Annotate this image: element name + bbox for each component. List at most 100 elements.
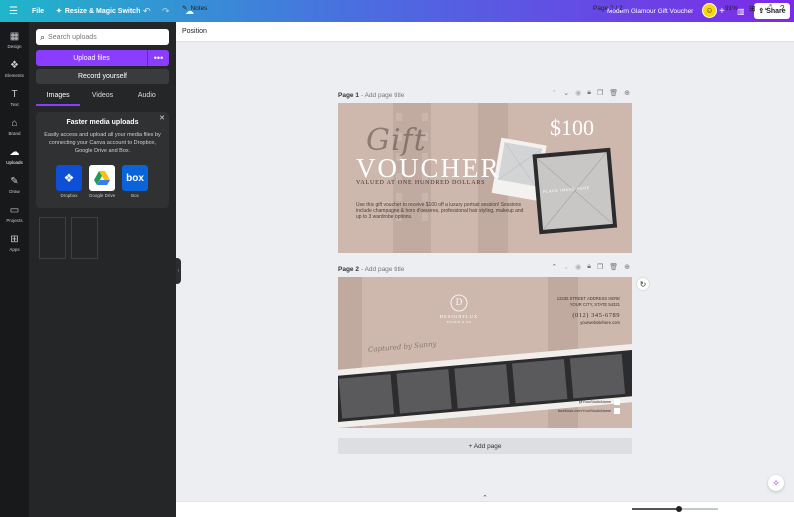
chevron-up-icon[interactable]: ⌃	[551, 263, 557, 271]
studio-name[interactable]: DESIGNFLUX	[432, 314, 486, 319]
website-text[interactable]: yourwebsitehere.com	[580, 320, 620, 325]
tab-images[interactable]: Images	[36, 88, 81, 106]
valued-at-text[interactable]: VALUED AT ONE HUNDRED DOLLARS	[356, 180, 485, 186]
refresh-icon[interactable]: ↻	[636, 277, 650, 291]
rail-item-draw[interactable]: ✎ Draw	[0, 173, 29, 199]
add-page-icon[interactable]: ⊕	[624, 263, 630, 271]
zoom-level[interactable]: 91%	[725, 0, 738, 16]
fullscreen-icon[interactable]: ⤢	[765, 0, 771, 16]
rail-label: Uploads	[6, 160, 23, 165]
upload-files-label[interactable]: Upload files	[36, 50, 147, 66]
chevron-up-icon[interactable]: ⌃	[551, 89, 557, 97]
notes-button[interactable]: ✎ Notes	[182, 0, 207, 16]
file-menu[interactable]: File	[32, 0, 44, 22]
avatar[interactable]: ☺	[702, 3, 717, 18]
magic-assistant-icon[interactable]: ✧	[768, 475, 784, 491]
facebook-text: facebook.com/YourStudioName	[557, 409, 611, 413]
rail-item-apps[interactable]: ⊞ Apps	[0, 231, 29, 257]
studio-tagline[interactable]: STUDIO & CO	[432, 320, 486, 324]
card-body: Easily access and upload all your media …	[44, 132, 161, 154]
rail-label: Draw	[9, 189, 20, 194]
rail-label: Elements	[5, 73, 24, 78]
add-collaborator-icon[interactable]: +	[719, 0, 725, 22]
upload-thumbnail[interactable]	[71, 217, 98, 259]
search-icon: ⌕	[40, 31, 46, 42]
upload-files-button[interactable]: Upload files •••	[36, 50, 169, 66]
record-yourself-button[interactable]: Record yourself	[36, 69, 169, 84]
studio-logo-letter[interactable]: D	[454, 297, 464, 307]
instagram-text: @YourStudioName	[578, 400, 611, 404]
tab-audio[interactable]: Audio	[125, 88, 169, 106]
voucher-description[interactable]: Use this gift voucher to receive $100 of…	[356, 202, 526, 221]
dropbox-icon: ❖	[56, 165, 82, 191]
rail-item-text[interactable]: T Text	[0, 86, 29, 112]
phone-number[interactable]: (012) 345-6789	[572, 312, 620, 319]
help-icon[interactable]: ?	[780, 0, 784, 16]
analytics-icon[interactable]: ▥	[737, 0, 745, 22]
voucher-price[interactable]: $100	[550, 115, 594, 141]
search-box[interactable]: ⌕ Search uploads	[36, 29, 169, 45]
resize-button[interactable]: ✦ Resize & Magic Switch	[56, 0, 140, 22]
service-name: Box	[131, 193, 139, 198]
rail-label: Text	[10, 102, 19, 107]
lock-icon[interactable]: 🔒︎	[587, 263, 591, 271]
page-1-canvas[interactable]: $100 Gift VOUCHER VALUED AT ONE HUNDRED …	[338, 103, 632, 253]
rail-item-design[interactable]: ▦ Design	[0, 28, 29, 54]
add-page-icon[interactable]: ⊕	[624, 89, 630, 97]
more-options-icon[interactable]: •••	[147, 50, 169, 66]
dropbox-button[interactable]: ❖ Dropbox	[55, 165, 83, 198]
uploads-panel: ⌕ Search uploads Upload files ••• Record…	[29, 22, 176, 517]
text-icon: T	[11, 89, 18, 100]
page-tools: ⌃ ⌄ ◉ 🔒︎ ❐ 🗑︎ ⊕	[551, 263, 630, 271]
lock-icon[interactable]: 🔒︎	[587, 89, 591, 97]
search-input[interactable]: Search uploads	[48, 34, 97, 41]
zoom-fill	[632, 508, 677, 510]
google-drive-icon	[89, 165, 115, 191]
delete-icon[interactable]: 🗑︎	[609, 263, 618, 271]
google-drive-button[interactable]: Google Drive	[88, 165, 116, 198]
resize-label: Resize & Magic Switch	[64, 7, 141, 15]
draw-icon: ✎	[10, 176, 19, 187]
delete-icon[interactable]: 🗑︎	[609, 89, 618, 97]
rail-item-elements[interactable]: ❖ Elements	[0, 57, 29, 83]
hamburger-icon[interactable]: ☰	[9, 0, 18, 22]
share-button[interactable]: ⇪ Share	[754, 3, 790, 19]
page-title-input[interactable]: - Add page title	[361, 92, 404, 99]
rail-item-projects[interactable]: ▭ Projects	[0, 202, 29, 228]
left-rail: ▦ Design ❖ Elements T Text ⌂ Brand ☁ Upl…	[0, 22, 29, 517]
magic-icon: ✦	[56, 8, 62, 15]
hide-icon[interactable]: ◉	[575, 89, 581, 97]
notes-label: Notes	[190, 4, 208, 12]
box-button[interactable]: box Box	[121, 165, 149, 198]
duplicate-icon[interactable]: ❐	[597, 89, 603, 97]
page-indicator[interactable]: Page 2 / 2	[593, 0, 623, 16]
duplicate-icon[interactable]: ❐	[597, 263, 603, 271]
facebook-handle[interactable]: facebook.com/YourStudioName	[558, 408, 620, 414]
service-name: Google Drive	[88, 193, 116, 198]
rail-item-uploads[interactable]: ☁ Uploads	[0, 144, 29, 170]
upload-thumbnail[interactable]	[39, 217, 66, 259]
notes-icon: ✎	[182, 5, 188, 12]
card-title: Faster media uploads	[66, 119, 139, 126]
rail-item-brand[interactable]: ⌂ Brand	[0, 115, 29, 141]
zoom-slider-handle[interactable]	[676, 506, 682, 512]
rail-label: Apps	[9, 247, 20, 252]
collapse-panel-handle[interactable]: ‹	[176, 258, 181, 284]
page-2-canvas[interactable]: D DESIGNFLUX STUDIO & CO 12335 STREET AD…	[338, 277, 632, 428]
undo-icon[interactable]: ↶	[143, 0, 151, 22]
chevron-down-icon[interactable]: ⌄	[563, 263, 569, 271]
zoom-slider[interactable]	[632, 508, 718, 510]
grid-view-icon[interactable]: ⊞	[749, 0, 756, 16]
instagram-handle[interactable]: @YourStudioName	[579, 399, 620, 405]
uploads-icon: ☁	[9, 147, 20, 158]
redo-icon[interactable]: ↷	[162, 0, 170, 22]
rail-label: Projects	[6, 218, 23, 223]
chevron-down-icon[interactable]: ⌄	[563, 89, 569, 97]
add-page-button[interactable]: + Add page	[338, 438, 632, 454]
hide-icon[interactable]: ◉	[575, 263, 581, 271]
tab-videos[interactable]: Videos	[80, 88, 124, 106]
page-tools: ⌃ ⌄ ◉ 🔒︎ ❐ 🗑︎ ⊕	[551, 89, 630, 97]
address-block[interactable]: 12335 STREET ADDRESS HERE YOUR CITY, STA…	[557, 296, 620, 307]
position-button[interactable]: Position	[182, 28, 207, 35]
page-title-input[interactable]: - Add page title	[361, 266, 404, 273]
